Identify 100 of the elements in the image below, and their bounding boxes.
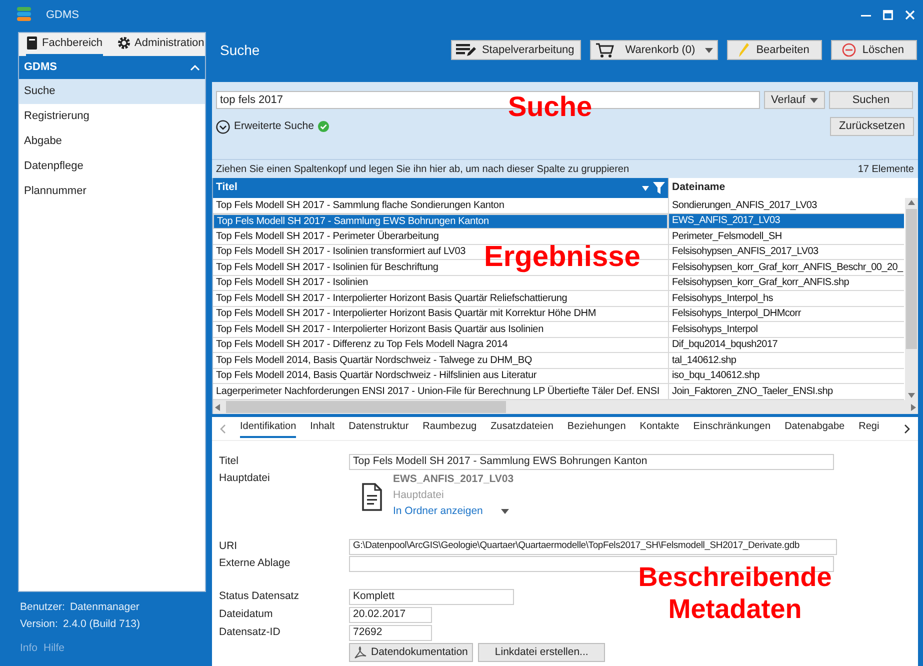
documentation-button[interactable]: Datendokumentation: [349, 643, 473, 662]
page-title: Suche: [220, 40, 260, 60]
detail-tab[interactable]: Raumbezug: [422, 419, 477, 438]
detail-tab[interactable]: Datenabgabe: [784, 419, 845, 438]
dropdown-arrow-icon: [705, 48, 714, 52]
reset-button[interactable]: Zurücksetzen: [830, 117, 914, 136]
chevron-left-icon: [220, 424, 226, 434]
sidebar-item[interactable]: Abgabe: [19, 129, 205, 154]
table-cell[interactable]: Perimeter_Felsmodell_SH: [668, 229, 904, 244]
sort-arrow-icon: [642, 186, 649, 190]
create-link-button[interactable]: Linkdatei erstellen...: [478, 643, 606, 662]
table-cell[interactable]: Top Fels Modell SH 2017 - Perimeter Überarbeitung: [213, 229, 668, 244]
scroll-down-icon: [908, 393, 915, 398]
detail-tab[interactable]: Zusatzdateien: [490, 419, 554, 438]
caret-up-icon: [190, 64, 200, 70]
detail-tab[interactable]: Kontakte: [640, 419, 680, 438]
field-label: Status Datensatz: [219, 588, 300, 604]
toolbar-button[interactable]: Warenkorb (0): [590, 40, 718, 60]
scroll-thumb[interactable]: [906, 209, 917, 349]
advanced-search-toggle[interactable]: Erweiterte Suche: [216, 118, 314, 134]
field-label: Externe Ablage: [219, 556, 292, 571]
table-cell[interactable]: Felsisohyps_Interpol_DHMcorr: [668, 306, 904, 322]
table-cell[interactable]: Felsisohypsen_korr_Graf_korr_ANFIS.shp: [668, 276, 904, 291]
sidebar-tab[interactable]: Administration: [116, 34, 204, 56]
table-cell[interactable]: iso_bqu_140612.shp: [668, 368, 904, 384]
table-cell[interactable]: Felsisohypsen_korr_Graf_korr_ANFIS_Beschr_00_20_: [668, 260, 904, 276]
table-cell[interactable]: Top Fels Modell SH 2017 - Sammlung EWS Bohrungen Kanton: [213, 214, 668, 229]
table-cell[interactable]: Top Fels Modell SH 2017 - Interpolierter Horizont Basis Quartär Reliefschattierung: [213, 291, 668, 306]
text-field[interactable]: Komplett: [349, 588, 514, 604]
settings-icon: [116, 36, 131, 50]
column-header[interactable]: Titel: [213, 178, 668, 198]
table-cell[interactable]: EWS_ANFIS_2017_LV03: [668, 214, 904, 229]
file-caption: Hauptdatei: [393, 488, 445, 503]
table-cell[interactable]: Top Fels Modell SH 2017 - Interpolierter Horizont Basis Quartär mit Korrektur Höhe DHM: [213, 306, 668, 322]
toolbar-button[interactable]: Stapelverarbeitung: [450, 40, 582, 60]
table-cell[interactable]: Top Fels Modell SH 2017 - Interpolierter Horizont Basis Quartär aus Isolinien: [213, 322, 668, 338]
detail-tab[interactable]: Einschränkungen: [693, 419, 771, 438]
detail-tab[interactable]: Identifikation: [240, 419, 296, 438]
group-hint: Ziehen Sie einen Spaltenkopf und legen Sie ihn hier ab, um nach dieser Spalte zu gruppieren: [216, 162, 630, 176]
text-field[interactable]: 20.02.2017: [349, 606, 432, 622]
toolbar-button[interactable]: Bearbeiten: [727, 40, 822, 60]
field-label: Titel: [219, 454, 240, 469]
section-header[interactable]: GDMS: [19, 56, 205, 79]
label: Version:: [20, 617, 58, 632]
table-cell[interactable]: Dif_bqu2014_bqush2017: [668, 338, 904, 353]
list-pencil-icon: [456, 43, 476, 57]
document-icon: [361, 483, 383, 511]
item-count: 17 Elemente: [858, 162, 914, 176]
label: Benutzer:: [20, 600, 65, 616]
book-icon: [26, 36, 38, 50]
version-text: 2.4.0 (Build 713): [62, 617, 140, 632]
user-name: Datenmanager: [70, 600, 140, 616]
vertical-scrollbar[interactable]: [905, 198, 918, 400]
scroll-up-icon: [908, 200, 915, 205]
file-name: EWS_ANFIS_2017_LV03: [393, 472, 514, 487]
text-field[interactable]: Top Fels Modell SH 2017 - Sammlung EWS Bohrungen Kanton: [349, 454, 834, 470]
dropdown-arrow-icon: [810, 98, 818, 102]
field-label: URI: [219, 538, 238, 554]
open-folder-link[interactable]: In Ordner anzeigen: [393, 503, 483, 519]
detail-tab[interactable]: Inhalt: [310, 419, 335, 438]
text-field[interactable]: G:\Datenpool\ArcGIS\Geologie\Quartaer\Quartaermodelle\TopFels2017_SH\Felsmodell_SH2017_Derivate.gdb: [349, 538, 837, 554]
chevron-down-circle-icon: [216, 120, 230, 134]
table-cell[interactable]: Felsisohyps_Interpol: [668, 322, 904, 338]
toolbar-button[interactable]: Löschen: [831, 40, 917, 60]
chevron-right-icon: [904, 424, 910, 434]
dropdown-arrow-icon[interactable]: [500, 508, 509, 514]
detail-tab[interactable]: Beziehungen: [567, 419, 626, 438]
close-icon[interactable]: [905, 10, 915, 20]
horizontal-scrollbar[interactable]: [213, 400, 918, 414]
acrobat-icon: [354, 646, 367, 659]
table-cell[interactable]: Top Fels Modell 2014, Basis Quartär Nordschweiz - Hilfslinien aus Literatur: [213, 368, 668, 384]
table-cell[interactable]: Top Fels Modell SH 2017 - Isolinien: [213, 276, 668, 291]
pencil-icon: [738, 42, 750, 58]
filter-icon: [653, 182, 665, 194]
sidebar-item[interactable]: Plannummer: [19, 179, 205, 204]
detail-tab[interactable]: Regi: [858, 419, 880, 438]
text-field[interactable]: 72692: [349, 624, 432, 640]
search-button[interactable]: Suchen: [829, 91, 913, 109]
sidebar-item[interactable]: Datenpflege: [19, 154, 205, 179]
table-cell[interactable]: tal_140612.shp: [668, 353, 904, 368]
logo-icon: [16, 6, 32, 24]
sidebar-item[interactable]: Suche: [19, 79, 205, 104]
table-cell[interactable]: Felsisohyps_Interpol_hs: [668, 291, 904, 306]
history-dropdown[interactable]: Verlauf: [764, 91, 825, 109]
cart-icon: [595, 42, 616, 58]
detail-tab[interactable]: Datenstruktur: [348, 419, 409, 438]
field-label: Datensatz-ID: [219, 624, 282, 640]
maximize-icon[interactable]: [883, 10, 893, 20]
scroll-right-icon: [911, 404, 916, 410]
sidebar-item[interactable]: Registrierung: [19, 104, 205, 129]
table-cell[interactable]: Felsisohypsen_ANFIS_2017_LV03: [668, 244, 904, 260]
scroll-thumb[interactable]: [226, 401, 506, 413]
annotation-label: Beschreibende Metadaten: [637, 561, 833, 625]
field-label: Hauptdatei: [219, 471, 271, 485]
table-cell[interactable]: Top Fels Modell 2014, Basis Quartär Nordschweiz - Talwege zu DHM_BQ: [213, 353, 668, 368]
scroll-left-icon: [215, 404, 220, 410]
table-cell[interactable]: Top Fels Modell SH 2017 - Differenz zu Top Fels Modell Nagra 2014: [213, 338, 668, 353]
field-label: Dateidatum: [219, 606, 274, 622]
window-title: GDMS: [46, 8, 79, 23]
minus-circle-icon: [842, 43, 856, 57]
